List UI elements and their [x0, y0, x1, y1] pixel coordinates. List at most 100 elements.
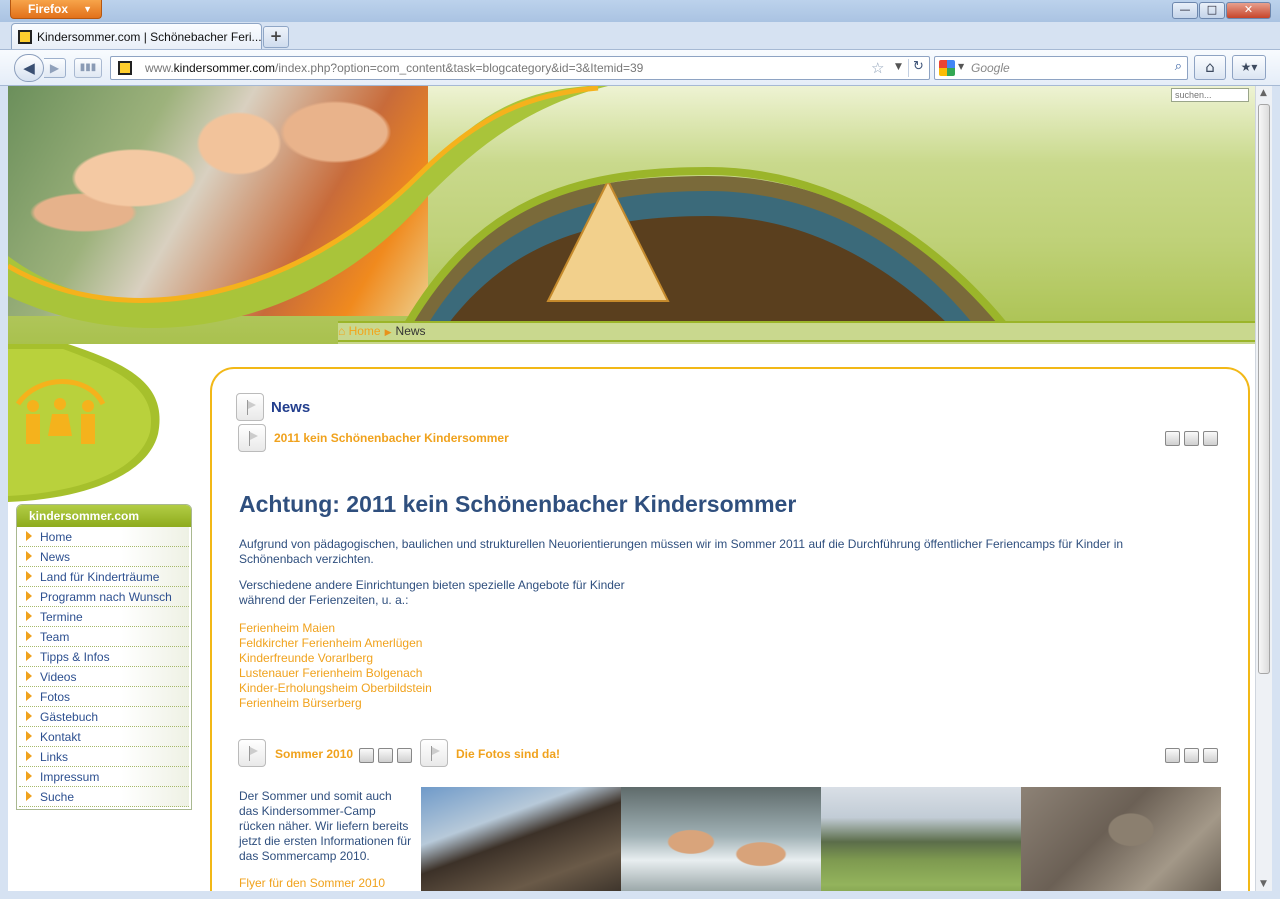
browser-window: Firefox ▼ — □ ✕ Kindersommer.com | Schöne…	[0, 0, 1280, 899]
site-logo	[8, 344, 160, 502]
feed-icon: ▮▮▮	[79, 62, 97, 73]
search-icon[interactable]: ⌕	[1175, 59, 1182, 74]
home-icon: ⌂	[338, 324, 346, 338]
article-text-line: das Sommercamp 2010.	[239, 849, 370, 863]
close-button[interactable]: ✕	[1226, 2, 1271, 19]
tab-kindersommer[interactable]: Kindersommer.com | Schönebacher Feri...	[11, 23, 262, 50]
sidebar-item-termine[interactable]: Termine	[19, 607, 189, 627]
sidebar-menu-title: kindersommer.com	[17, 505, 191, 527]
sidebar-item-land[interactable]: Land für Kinderträume	[19, 567, 189, 587]
email-icon[interactable]	[397, 748, 412, 763]
photo-mud-hands[interactable]	[421, 787, 621, 891]
link-oberbildstein[interactable]: Kinder-Erholungsheim Oberbildstein	[239, 681, 432, 696]
bookmarks-icon: ★▾	[1240, 60, 1258, 74]
link-amerluegen[interactable]: Feldkircher Ferienheim Amerlügen	[239, 636, 422, 651]
tab-bar: Kindersommer.com | Schönebacher Feri... …	[0, 22, 1280, 50]
sidebar-item-news[interactable]: News	[19, 547, 189, 567]
sidebar-item-tipps[interactable]: Tipps & Infos	[19, 647, 189, 667]
firefox-menu-label: Firefox	[28, 2, 69, 16]
search-bar[interactable]: ▼ Google ⌕	[934, 56, 1188, 80]
reload-icon[interactable]: ↻	[908, 59, 928, 77]
sidebar-menu: kindersommer.com Home News Land für Kind…	[16, 504, 192, 810]
print-icon[interactable]	[378, 748, 393, 763]
search-placeholder: Google	[971, 61, 1010, 75]
forward-button[interactable]: ▶	[44, 58, 66, 78]
sidebar-item-links[interactable]: Links	[19, 747, 189, 767]
address-bar[interactable]: www.kindersommer.com/index.php?option=co…	[110, 56, 930, 80]
header-swoosh-graphic	[8, 86, 1255, 344]
pdf-icon[interactable]	[1165, 431, 1180, 446]
article-tools	[1165, 748, 1222, 764]
breadcrumb-separator-icon: ▶	[384, 327, 392, 337]
breadcrumb: ⌂ Home ▶ News	[338, 324, 426, 338]
section-title: News	[271, 399, 311, 416]
home-button[interactable]: ⌂	[1194, 55, 1226, 80]
article-paragraph-line: Verschiedene andere Einrichtungen bieten…	[239, 578, 625, 592]
scroll-down-icon[interactable]: ▼	[1260, 879, 1267, 889]
sidebar-item-suche[interactable]: Suche	[19, 787, 189, 807]
bookmark-star-icon[interactable]: ☆	[871, 59, 884, 77]
sidebar-item-team[interactable]: Team	[19, 627, 189, 647]
article-paragraph: Aufgrund von pädagogischen, baulichen un…	[239, 537, 1124, 566]
url-prefix: www.	[145, 61, 174, 75]
pdf-icon[interactable]	[1165, 748, 1180, 763]
back-button[interactable]: ◀	[14, 54, 44, 82]
feed-button[interactable]: ▮▮▮	[74, 58, 102, 78]
print-icon[interactable]	[1184, 748, 1199, 763]
photo-mud-play[interactable]	[1021, 787, 1221, 891]
sidebar-item-impressum[interactable]: Impressum	[19, 767, 189, 787]
engine-dropdown-icon[interactable]: ▼	[958, 62, 964, 71]
scrollbar-thumb[interactable]	[1258, 104, 1270, 674]
bookmarks-button[interactable]: ★▾	[1232, 55, 1266, 80]
arrow-left-icon: ◀	[23, 59, 35, 77]
site-header: ⌂ Home▶News	[8, 86, 1255, 344]
article-text-line: das Kindersommer-Camp	[239, 804, 376, 818]
site-search-input[interactable]	[1171, 88, 1249, 102]
email-icon[interactable]	[1203, 431, 1218, 446]
article-text-line: Der Sommer und somit auch	[239, 789, 392, 803]
sidebar-item-kontakt[interactable]: Kontakt	[19, 727, 189, 747]
firefox-menu-button[interactable]: Firefox ▼	[10, 0, 102, 19]
url-history-dropdown-icon[interactable]: ▼	[895, 62, 902, 72]
breadcrumb-home[interactable]: Home	[349, 324, 381, 338]
url-domain: kindersommer.com	[173, 61, 276, 75]
scroll-up-icon[interactable]: ▲	[1260, 88, 1267, 98]
link-ferienheim-maien[interactable]: Ferienheim Maien	[239, 621, 335, 636]
sidebar-item-fotos[interactable]: Fotos	[19, 687, 189, 707]
new-tab-button[interactable]: +	[263, 26, 289, 48]
url-path: /index.php?option=com_content&task=blogc…	[275, 61, 644, 75]
sidebar-item-programm[interactable]: Programm nach Wunsch	[19, 587, 189, 607]
article-tools	[1165, 431, 1222, 447]
google-engine-icon[interactable]	[939, 60, 955, 76]
minimize-button[interactable]: —	[1172, 2, 1198, 19]
sidebar-item-videos[interactable]: Videos	[19, 667, 189, 687]
chevron-down-icon: ▼	[83, 4, 92, 14]
flag-icon	[238, 739, 266, 767]
sidebar-item-gaestebuch[interactable]: Gästebuch	[19, 707, 189, 727]
navigation-toolbar: ◀ ▶ ▮▮▮ www.kindersommer.com/index.php?o…	[0, 49, 1280, 86]
photo-strip	[421, 787, 1221, 891]
pdf-icon[interactable]	[359, 748, 374, 763]
article-link-2011[interactable]: 2011 kein Schönenbacher Kindersommer	[274, 431, 509, 445]
maximize-button[interactable]: □	[1199, 2, 1225, 19]
email-icon[interactable]	[1203, 748, 1218, 763]
flag-icon	[236, 393, 264, 421]
arrow-right-icon: ▶	[49, 61, 60, 75]
link-flyer-2010[interactable]: Flyer für den Sommer 2010	[239, 876, 385, 891]
title-bar: Firefox ▼ — □ ✕	[0, 0, 1280, 22]
photo-meadow[interactable]	[821, 787, 1021, 891]
link-kinderfreunde[interactable]: Kinderfreunde Vorarlberg	[239, 651, 373, 666]
article-text-line: jetzt die ersten Informationen für	[239, 834, 412, 848]
sidebar-item-home[interactable]: Home	[19, 527, 189, 547]
print-icon[interactable]	[1184, 431, 1199, 446]
article-link-sommer-2010[interactable]: Sommer 2010	[275, 747, 353, 761]
url-text: www.kindersommer.com/index.php?option=co…	[145, 61, 643, 75]
link-bolgenach[interactable]: Lustenauer Ferienheim Bolgenach	[239, 666, 422, 681]
favicon-icon	[18, 30, 32, 44]
article-heading: Achtung: 2011 kein Schönenbacher Kinders…	[239, 491, 797, 517]
article-link-fotos[interactable]: Die Fotos sind da!	[456, 747, 560, 761]
photo-kids-water[interactable]	[621, 787, 821, 891]
link-buerserberg[interactable]: Ferienheim Bürserberg	[239, 696, 362, 711]
vertical-scrollbar[interactable]: ▲ ▼	[1255, 86, 1272, 891]
article-tools	[359, 748, 416, 764]
